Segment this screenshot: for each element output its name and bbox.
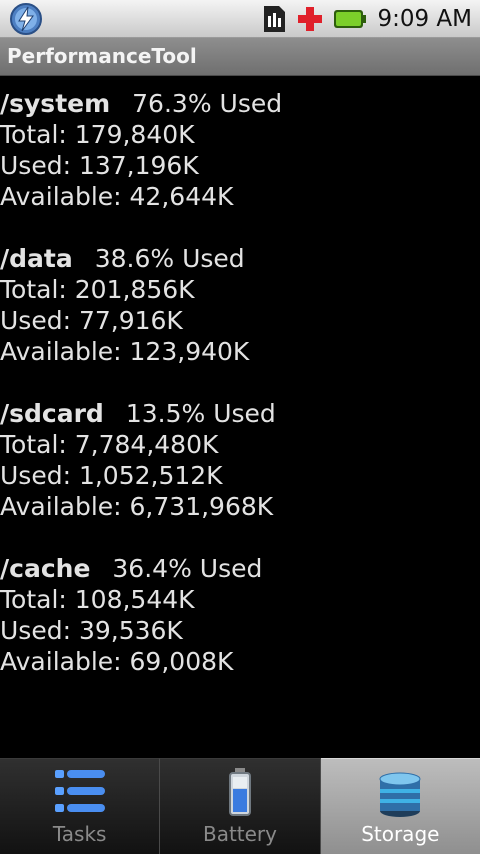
filesystem-header: /sdcard 13.5% Used — [0, 398, 480, 429]
filesystem-cache: /cache 36.4% Used Total: 108,544K Used: 3… — [0, 553, 480, 677]
filesystem-available: Available: 69,008K — [0, 647, 234, 676]
notification-area[interactable] — [8, 2, 44, 40]
list-icon — [54, 770, 105, 812]
filesystem-percent-used: 36.4% Used — [112, 554, 263, 583]
filesystem-used: Used: 39,536K — [0, 616, 183, 645]
tab-label: Tasks — [52, 822, 107, 846]
tab-storage[interactable]: Storage — [320, 758, 480, 854]
filesystem-name: /system — [0, 89, 111, 118]
filesystem-used: Used: 77,916K — [0, 306, 183, 335]
storage-list: /system 76.3% Used Total: 179,840K Used: … — [0, 88, 480, 708]
filesystem-name: /data — [0, 244, 73, 273]
filesystem-header: /system 76.3% Used — [0, 88, 480, 119]
app-title: PerformanceTool — [7, 44, 197, 68]
filesystem-total: Total: 201,856K — [0, 275, 195, 304]
filesystem-name: /sdcard — [0, 399, 104, 428]
storage-icon — [379, 772, 421, 817]
clock: 9:09 AM — [377, 6, 472, 32]
filesystem-total: Total: 7,784,480K — [0, 430, 219, 459]
tab-tasks[interactable]: Tasks — [0, 758, 161, 854]
filesystem-name: /cache — [0, 554, 91, 583]
filesystem-percent-used: 38.6% Used — [94, 244, 245, 273]
filesystem-percent-used: 13.5% Used — [125, 399, 276, 428]
filesystem-percent-used: 76.3% Used — [132, 89, 283, 118]
filesystem-total: Total: 108,544K — [0, 585, 195, 614]
filesystem-header: /data 38.6% Used — [0, 243, 480, 274]
battery-tab-icon — [228, 768, 251, 816]
filesystem-used: Used: 137,196K — [0, 151, 199, 180]
battery-icon — [334, 10, 367, 28]
filesystem-total: Total: 179,840K — [0, 120, 195, 149]
tab-battery[interactable]: Battery — [160, 758, 321, 854]
sim-card-icon — [264, 6, 286, 32]
tab-label: Battery — [202, 822, 277, 846]
filesystem-system: /system 76.3% Used Total: 179,840K Used: … — [0, 88, 480, 212]
filesystem-available: Available: 6,731,968K — [0, 492, 274, 521]
lightning-app-icon — [10, 3, 42, 35]
tab-label: Storage — [361, 822, 440, 846]
filesystem-available: Available: 42,644K — [0, 182, 234, 211]
filesystem-header: /cache 36.4% Used — [0, 553, 480, 584]
filesystem-data: /data 38.6% Used Total: 201,856K Used: 77… — [0, 243, 480, 367]
filesystem-used: Used: 1,052,512K — [0, 461, 223, 490]
app-title-bar: PerformanceTool — [0, 38, 480, 76]
status-bar: 9:09 AM — [0, 0, 480, 38]
filesystem-sdcard: /sdcard 13.5% Used Total: 7,784,480K Used… — [0, 398, 480, 522]
red-cross-icon — [298, 7, 323, 31]
bottom-tab-bar: Tasks Battery Storage — [0, 758, 480, 854]
filesystem-available: Available: 123,940K — [0, 337, 250, 366]
